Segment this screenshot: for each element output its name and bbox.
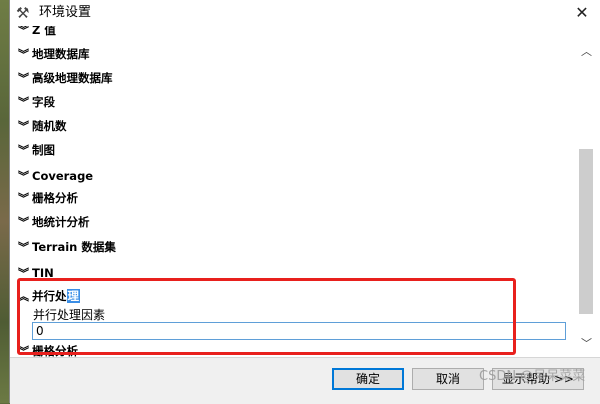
category-label: 制图 [32,143,55,157]
category-raster-analysis[interactable]: ︾ 栅格分析 [18,189,78,207]
category-terrain-dataset[interactable]: ︾ Terrain 数据集 [18,238,116,256]
category-tin[interactable]: ︾ TIN [18,264,54,282]
double-chevron-down-icon: ︾ [18,96,29,109]
ok-button[interactable]: 确定 [332,368,404,390]
close-button[interactable]: ✕ [569,1,595,25]
double-chevron-down-icon: ︾ [18,72,29,85]
double-chevron-down-icon: ︾ [18,120,29,133]
category-label: 地统计分析 [32,215,90,229]
parallel-processing-factor-input[interactable] [32,322,566,340]
double-chevron-down-icon: ︾ [18,216,29,229]
category-label: 随机数 [32,119,67,133]
category-label: 高级地理数据库 [32,71,113,85]
category-geostatistical-analysis[interactable]: ︾ 地统计分析 [18,213,90,231]
show-help-button[interactable]: 显示帮助 >> [492,368,584,390]
category-label: 栅格分析 [32,344,78,357]
environment-settings-dialog: ⚒ 环境设置 ✕ ︾ Z 值 ︾ 地理数据库 ︾ 高级地理数据库 ︾ 字段 ︾ 随机数 ︾… [9,0,600,404]
window-title: 环境设置 [39,5,92,20]
double-chevron-down-icon: ︾ [18,48,29,61]
title-bar: ⚒ 环境设置 ✕ [10,0,600,26]
vertical-scrollbar[interactable]: ︿ ﹀ [578,38,595,357]
category-cartography[interactable]: ︾ 制图 [18,141,55,159]
category-label: 字段 [32,95,55,109]
category-parallel-processing[interactable]: ︽ 并行处理 [18,287,80,305]
dialog-footer: 确定 取消 显示帮助 >> [10,357,600,404]
double-chevron-up-icon: ︽ [18,290,29,303]
category-label: Coverage [32,169,94,183]
category-geodatabase-advanced[interactable]: ︾ 高级地理数据库 [18,69,113,87]
category-geodatabase[interactable]: ︾ 地理数据库 [18,45,90,63]
category-coverage[interactable]: ︾ Coverage [18,167,93,185]
double-chevron-down-icon: ︾ [18,345,29,357]
category-random-numbers[interactable]: ︾ 随机数 [18,117,67,135]
tools-icon: ⚒ [16,4,30,22]
category-label: Terrain 数据集 [32,240,116,254]
category-label: 并行处 [32,289,67,303]
double-chevron-down-icon: ︾ [18,170,29,183]
category-z-values[interactable]: ︾ Z 值 [18,26,56,39]
scrollbar-thumb[interactable] [579,149,593,314]
category-fields[interactable]: ︾ 字段 [18,93,55,111]
double-chevron-down-icon: ︾ [18,26,29,37]
scroll-down-icon[interactable]: ﹀ [578,335,595,352]
double-chevron-down-icon: ︾ [18,267,29,280]
settings-list: ︾ Z 值 ︾ 地理数据库 ︾ 高级地理数据库 ︾ 字段 ︾ 随机数 ︾ 制图 ︾ Cover… [11,26,600,357]
category-label: 栅格分析 [32,191,78,205]
double-chevron-down-icon: ︾ [18,144,29,157]
category-raster-analysis-partial[interactable]: ︾ 栅格分析 [18,342,78,357]
cancel-button[interactable]: 取消 [412,368,484,390]
scroll-up-icon[interactable]: ︿ [578,43,595,60]
parallel-processing-factor-label: 并行处理因素 [33,308,106,322]
category-label: TIN [32,266,54,280]
double-chevron-down-icon: ︾ [18,241,29,254]
category-label: 地理数据库 [32,47,90,61]
selected-text: 理 [66,289,80,303]
category-label: Z 值 [32,26,56,37]
double-chevron-down-icon: ︾ [18,192,29,205]
